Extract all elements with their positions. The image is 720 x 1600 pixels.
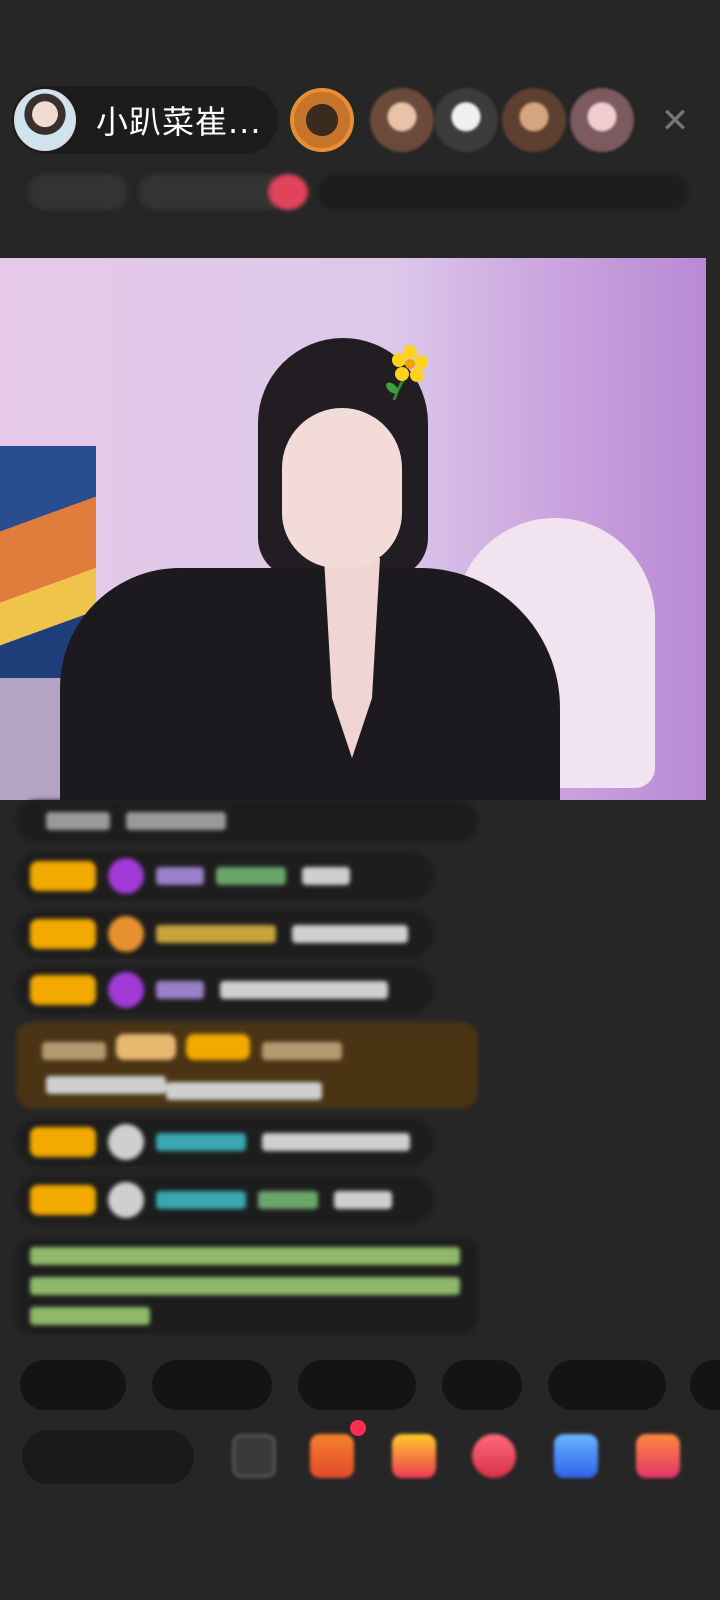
quick-reply-button[interactable] [442, 1360, 522, 1410]
medal-icon [108, 916, 144, 952]
heart-icon[interactable] [472, 1434, 516, 1478]
level-badge [30, 975, 96, 1005]
announcement-chip[interactable] [318, 174, 688, 210]
chat-message [16, 966, 434, 1014]
chat-message [16, 852, 434, 900]
level-badge [30, 1185, 96, 1215]
host-name[interactable]: 小趴菜崔... [96, 97, 262, 143]
streamer-body [60, 568, 560, 800]
medal-icon [108, 1182, 144, 1218]
streamer-face [282, 408, 402, 568]
quick-reply-button[interactable] [690, 1360, 720, 1410]
gift-icon[interactable] [392, 1434, 436, 1478]
info-row [18, 168, 688, 216]
level-badge [30, 1127, 96, 1157]
viewer-avatar[interactable] [570, 88, 634, 152]
system-notice [16, 1238, 478, 1334]
quick-reply-button[interactable] [298, 1360, 416, 1410]
flower-sticker-icon [386, 345, 428, 401]
gift-box-icon[interactable] [310, 1434, 354, 1478]
viewer-avatar[interactable] [434, 88, 498, 152]
host-avatar[interactable] [14, 89, 76, 151]
emoji-icon[interactable] [232, 1434, 276, 1478]
medal-icon [108, 1124, 144, 1160]
medal-icon [108, 972, 144, 1008]
rank-chip[interactable] [28, 174, 128, 210]
live-header: 小趴菜崔... ✕ [0, 0, 720, 258]
level-badge [30, 861, 96, 891]
medal-icon [108, 858, 144, 894]
viewer-avatar[interactable] [290, 88, 354, 152]
viewer-avatar[interactable] [502, 88, 566, 152]
more-icon[interactable] [636, 1434, 680, 1478]
close-icon[interactable]: ✕ [652, 98, 698, 144]
comment-input[interactable] [22, 1430, 194, 1484]
level-badge [30, 919, 96, 949]
quick-reply-button[interactable] [152, 1360, 272, 1410]
chat-message [16, 1118, 434, 1166]
chat-message [16, 910, 434, 958]
game-icon[interactable] [554, 1434, 598, 1478]
notification-dot [350, 1420, 366, 1436]
chat-message [16, 800, 478, 842]
quick-reply-button[interactable] [548, 1360, 666, 1410]
chat-message-highlight [16, 1022, 478, 1108]
chat-message [16, 1176, 434, 1224]
live-icon[interactable] [268, 174, 308, 210]
fans-chip[interactable] [138, 174, 288, 210]
host-info[interactable]: 小趴菜崔... [12, 86, 278, 154]
live-video[interactable] [0, 258, 706, 800]
quick-reply-button[interactable] [20, 1360, 126, 1410]
viewer-avatar[interactable] [370, 88, 434, 152]
